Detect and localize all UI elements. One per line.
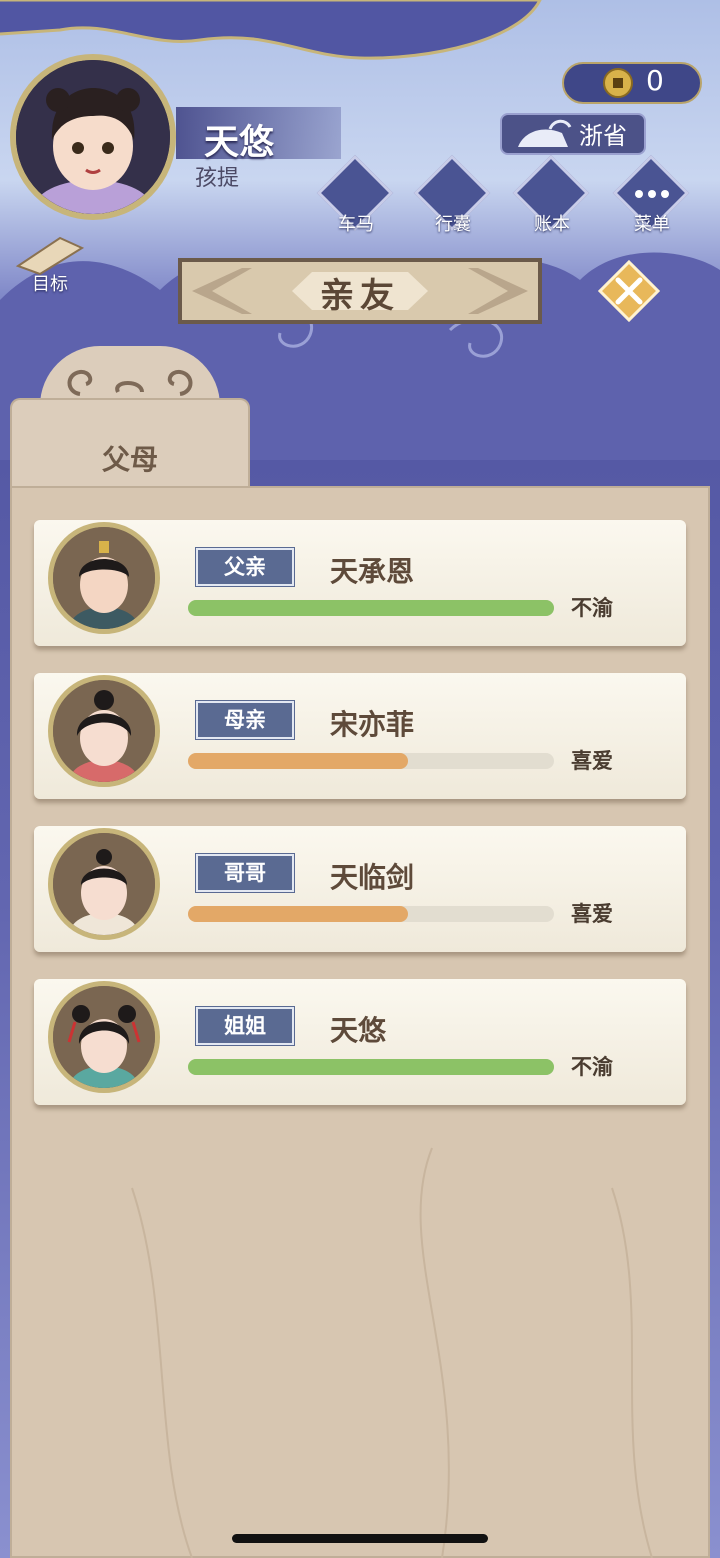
- list-item[interactable]: 姐姐 天悠 不渝: [34, 979, 686, 1107]
- coin-icon: [603, 68, 633, 98]
- menu-button[interactable]: 菜单: [612, 154, 692, 238]
- goal-button[interactable]: 目标: [10, 228, 90, 296]
- player-avatar[interactable]: [10, 54, 176, 220]
- role-tag: 哥哥: [195, 853, 295, 893]
- carriage-label: 车马: [338, 214, 374, 235]
- player-age-title: 孩提: [195, 166, 240, 191]
- member-name: 天承恩: [330, 555, 415, 588]
- father-avatar: [48, 522, 160, 634]
- affection-fill: [188, 753, 408, 769]
- sister-avatar: [48, 981, 160, 1093]
- affection-bar: [188, 600, 554, 616]
- list-item[interactable]: 哥哥 天临剑 喜爱: [34, 826, 686, 954]
- bundle-label: 行囊: [435, 214, 471, 235]
- affection-fill: [188, 1059, 554, 1075]
- mood-label: 喜爱: [571, 749, 613, 773]
- brother-avatar: [48, 828, 160, 940]
- affection-fill: [188, 600, 554, 616]
- affection-bar: [188, 906, 554, 922]
- page-title: 亲友: [320, 276, 400, 316]
- list-item[interactable]: 母亲 宋亦菲 喜爱: [34, 673, 686, 801]
- province-label: 浙省: [579, 122, 627, 150]
- role-tag: 姐姐: [195, 1006, 295, 1046]
- portrait-icon: [53, 986, 155, 1088]
- close-icon: [597, 259, 661, 323]
- portrait-icon: [53, 527, 155, 629]
- list-item[interactable]: 父亲 天承恩 不渝: [34, 520, 686, 648]
- coin-value: 0: [646, 64, 664, 97]
- mother-avatar: [48, 675, 160, 787]
- affection-fill: [188, 906, 408, 922]
- role-tag: 母亲: [195, 700, 295, 740]
- girl-portrait-icon: [16, 60, 170, 214]
- portrait-icon: [53, 680, 155, 782]
- mood-label: 不渝: [571, 1055, 613, 1079]
- home-indicator[interactable]: [232, 1534, 488, 1543]
- close-button[interactable]: [597, 259, 661, 323]
- mood-label: 喜爱: [571, 902, 613, 926]
- member-name: 天临剑: [330, 861, 415, 894]
- affection-bar: [188, 753, 554, 769]
- carriage-button[interactable]: 车马: [316, 154, 396, 238]
- affection-bar: [188, 1059, 554, 1075]
- tab-parents-label: 父母: [101, 443, 158, 476]
- goal-label: 目标: [32, 274, 68, 295]
- bundle-button[interactable]: 行囊: [413, 154, 493, 238]
- member-name: 天悠: [330, 1014, 387, 1047]
- mood-label: 不渝: [571, 596, 613, 620]
- iron-icon: [518, 119, 572, 147]
- member-name: 宋亦菲: [330, 708, 415, 741]
- ledger-button[interactable]: 账本: [512, 154, 592, 238]
- player-name: 天悠: [204, 123, 275, 163]
- menu-label: 菜单: [634, 214, 670, 235]
- role-tag: 父亲: [195, 547, 295, 587]
- portrait-icon: [53, 833, 155, 935]
- ledger-label: 账本: [534, 214, 570, 235]
